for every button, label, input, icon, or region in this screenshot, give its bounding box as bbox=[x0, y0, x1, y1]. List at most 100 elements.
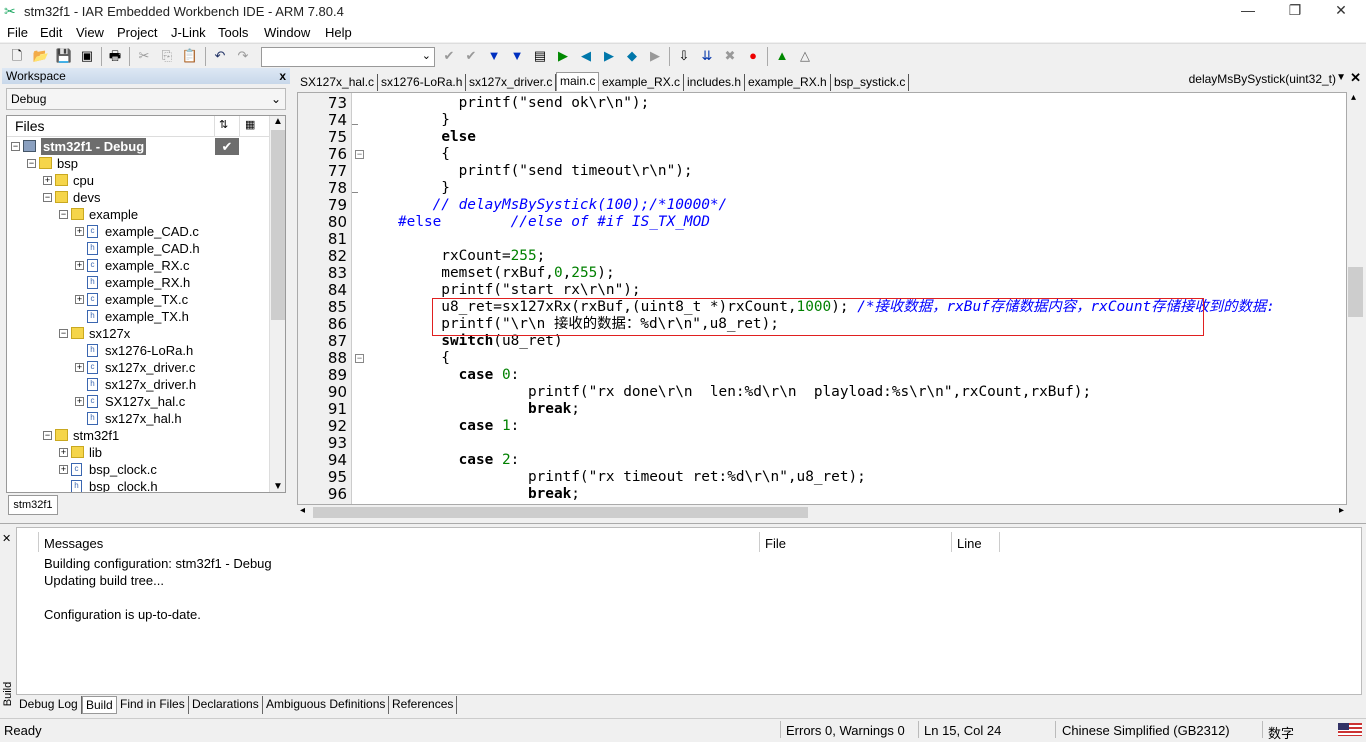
paste-icon[interactable]: 📋 bbox=[181, 47, 199, 65]
collapse-icon[interactable]: − bbox=[59, 210, 68, 219]
tree-item[interactable]: h example_CAD.h bbox=[7, 240, 269, 257]
output-tab[interactable]: Declarations bbox=[189, 696, 263, 714]
menu-edit[interactable]: Edit bbox=[40, 25, 62, 40]
tree-item[interactable]: + c example_RX.c bbox=[7, 257, 269, 274]
expand-icon[interactable]: + bbox=[75, 295, 84, 304]
minimize-button[interactable]: — bbox=[1233, 2, 1263, 20]
menu-jlink[interactable]: J-Link bbox=[171, 25, 206, 40]
tree-item[interactable]: − stm32f1 - Debug ✔ bbox=[7, 138, 269, 155]
output-tab[interactable]: Find in Files bbox=[117, 696, 189, 714]
tree-item[interactable]: + c sx127x_driver.c bbox=[7, 359, 269, 376]
tree-item[interactable]: − example bbox=[7, 206, 269, 223]
workspace-close-button[interactable]: x bbox=[279, 68, 286, 84]
tree-item[interactable]: h example_RX.h bbox=[7, 274, 269, 291]
files-column-header[interactable]: Files bbox=[15, 118, 45, 134]
tree-item[interactable]: − stm32f1 bbox=[7, 427, 269, 444]
collapse-icon[interactable]: − bbox=[27, 159, 36, 168]
debug-without-download-icon[interactable]: △ bbox=[796, 47, 814, 65]
goto-icon[interactable]: ▤ bbox=[531, 47, 549, 65]
workspace-tab-stm32f1[interactable]: stm32f1 bbox=[8, 495, 58, 515]
open-icon[interactable]: 📂 bbox=[32, 47, 50, 65]
redo-icon[interactable]: ↷ bbox=[234, 47, 252, 65]
tree-item[interactable]: + lib bbox=[7, 444, 269, 461]
messages-list[interactable]: Messages File Line Building configuratio… bbox=[16, 527, 1362, 695]
editor-tab[interactable]: example_RX.h bbox=[745, 74, 831, 91]
compile-icon[interactable]: ⇩ bbox=[675, 47, 693, 65]
line-column-header[interactable]: Line bbox=[957, 536, 982, 551]
tree-item[interactable]: h sx1276-LoRa.h bbox=[7, 342, 269, 359]
chevron-down-icon[interactable]: ▼ bbox=[1336, 72, 1346, 83]
tree-item[interactable]: − devs bbox=[7, 189, 269, 206]
maximize-button[interactable]: ❐ bbox=[1280, 2, 1310, 20]
goto-bookmark-icon[interactable]: ▼ bbox=[508, 47, 526, 65]
code-editor[interactable]: 73 74 75 76 77 78 79 80 81 82 83 84 85 86 87 88 89 90 91 92… bbox=[297, 92, 1347, 505]
expand-icon[interactable]: + bbox=[75, 397, 84, 406]
save-icon[interactable]: 💾 bbox=[55, 47, 73, 65]
output-tab[interactable]: Build bbox=[82, 696, 117, 714]
tree-item[interactable]: h sx127x_driver.h bbox=[7, 376, 269, 393]
make-icon[interactable]: ⇊ bbox=[698, 47, 716, 65]
tree-item[interactable]: − bsp bbox=[7, 155, 269, 172]
menu-view[interactable]: View bbox=[76, 25, 104, 40]
editor-tab[interactable]: includes.h bbox=[684, 74, 746, 91]
expand-icon[interactable]: + bbox=[59, 465, 68, 474]
tree-item[interactable]: + c example_CAD.c bbox=[7, 223, 269, 240]
save-all-icon[interactable]: ▣ bbox=[78, 47, 96, 65]
back-icon[interactable]: ◀ bbox=[577, 47, 595, 65]
cut-icon[interactable]: ✂ bbox=[135, 47, 153, 65]
collapse-icon[interactable]: − bbox=[43, 193, 52, 202]
menu-window[interactable]: Window bbox=[264, 25, 310, 40]
print-icon[interactable]: 🖶 bbox=[106, 47, 124, 65]
download-debug-icon[interactable]: ▲ bbox=[773, 47, 791, 65]
tree-item[interactable]: + c example_TX.c bbox=[7, 291, 269, 308]
editor-tab[interactable]: sx127x_driver.c bbox=[466, 74, 557, 91]
tree-item[interactable]: − sx127x bbox=[7, 325, 269, 342]
tree-item[interactable]: + cpu bbox=[7, 172, 269, 189]
forward-icon[interactable]: ▶ bbox=[600, 47, 618, 65]
editor-tab[interactable]: main.c bbox=[556, 72, 600, 91]
tree-item[interactable]: + c bsp_clock.c bbox=[7, 461, 269, 478]
editor-vertical-scrollbar[interactable]: ▴ bbox=[1347, 92, 1364, 505]
copy-icon[interactable]: ⎘ bbox=[158, 47, 176, 65]
file-column-header[interactable]: File bbox=[765, 536, 786, 551]
undo-icon[interactable]: ↶ bbox=[211, 47, 229, 65]
next-statement-icon[interactable]: ◆ bbox=[623, 47, 641, 65]
new-file-icon[interactable]: 🗋 bbox=[8, 47, 26, 65]
collapse-icon[interactable]: − bbox=[11, 142, 20, 151]
workspace-scrollbar[interactable]: ▲ ▼ bbox=[269, 116, 285, 492]
options-icon[interactable]: ▦ bbox=[245, 118, 255, 131]
compile-status-icon[interactable]: ⇅ bbox=[219, 118, 228, 131]
expand-icon[interactable]: + bbox=[59, 448, 68, 457]
editor-tab[interactable]: bsp_systick.c bbox=[831, 74, 910, 91]
tree-item[interactable]: h sx127x_hal.h bbox=[7, 410, 269, 427]
collapse-icon[interactable]: − bbox=[43, 431, 52, 440]
tree-item[interactable]: + c SX127x_hal.c bbox=[7, 393, 269, 410]
collapse-icon[interactable]: − bbox=[59, 329, 68, 338]
menu-project[interactable]: Project bbox=[117, 25, 157, 40]
close-button[interactable]: ✕ bbox=[1326, 2, 1356, 20]
expand-icon[interactable]: + bbox=[75, 261, 84, 270]
menu-tools[interactable]: Tools bbox=[218, 25, 248, 40]
browse-icon[interactable]: ▶ bbox=[646, 47, 664, 65]
close-tab-icon[interactable]: ✕ bbox=[1350, 70, 1361, 86]
expand-icon[interactable]: + bbox=[75, 227, 84, 236]
tree-item[interactable]: h example_TX.h bbox=[7, 308, 269, 325]
editor-tab[interactable]: sx1276-LoRa.h bbox=[378, 74, 467, 91]
expand-icon[interactable]: + bbox=[75, 363, 84, 372]
output-tab[interactable]: References bbox=[389, 696, 458, 714]
editor-tab[interactable]: example_RX.c bbox=[599, 74, 685, 91]
messages-column-header[interactable]: Messages bbox=[44, 536, 103, 551]
menu-help[interactable]: Help bbox=[325, 25, 352, 40]
stop-build-icon[interactable]: ✖ bbox=[721, 47, 739, 65]
expand-icon[interactable]: + bbox=[43, 176, 52, 185]
editor-horizontal-scrollbar[interactable]: ◂ ▸ bbox=[297, 505, 1347, 520]
tree-item[interactable]: h bsp_clock.h bbox=[7, 478, 269, 492]
menu-file[interactable]: File bbox=[7, 25, 28, 40]
output-tab[interactable]: Ambiguous Definitions bbox=[263, 696, 390, 714]
editor-tab[interactable]: SX127x_hal.c bbox=[297, 74, 379, 91]
find-combo[interactable]: ⌄ bbox=[261, 47, 435, 67]
output-tab[interactable]: Debug Log bbox=[16, 696, 82, 714]
breakpoint-icon[interactable]: ● bbox=[744, 47, 762, 65]
find-prev-icon[interactable]: ✔ bbox=[462, 47, 480, 65]
toggle-bookmark-icon[interactable]: ▼ bbox=[485, 47, 503, 65]
